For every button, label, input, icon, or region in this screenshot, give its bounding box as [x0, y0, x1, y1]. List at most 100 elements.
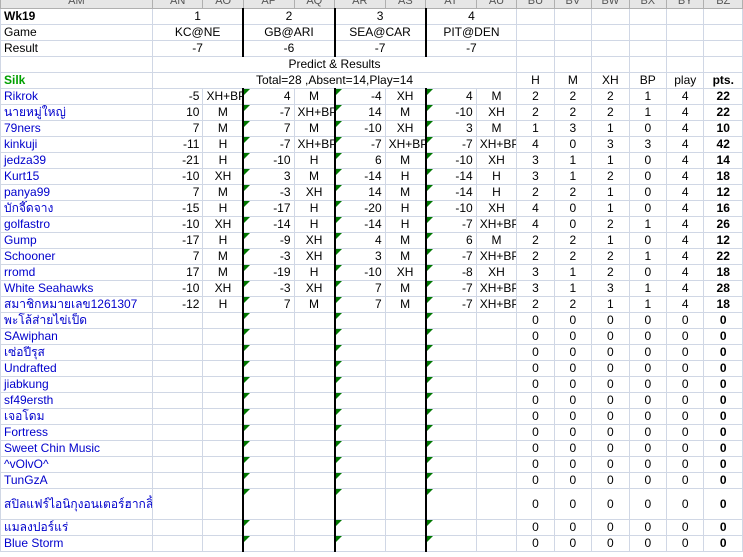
- prediction-pick[interactable]: [475, 408, 518, 425]
- prediction-pick[interactable]: [475, 344, 518, 361]
- game-label[interactable]: Game: [0, 24, 153, 41]
- empty-cell[interactable]: [591, 40, 630, 57]
- stat-value[interactable]: 0: [628, 152, 668, 169]
- prediction-score[interactable]: [333, 376, 386, 393]
- player-name[interactable]: Fortress: [0, 424, 153, 441]
- prediction-pick[interactable]: [202, 328, 244, 345]
- player-name[interactable]: Undrafted: [0, 360, 153, 377]
- prediction-pick[interactable]: XH: [202, 168, 244, 185]
- prediction-pick[interactable]: XH: [475, 104, 518, 121]
- stat-value[interactable]: 1: [628, 216, 668, 233]
- stat-value[interactable]: 0: [591, 440, 630, 457]
- game-result[interactable]: -7: [151, 40, 244, 57]
- prediction-score[interactable]: 7: [242, 120, 295, 137]
- prediction-pick[interactable]: [475, 424, 518, 441]
- prediction-score[interactable]: -14: [424, 184, 477, 201]
- stat-value[interactable]: 2: [516, 184, 555, 201]
- stat-value[interactable]: 4: [666, 264, 705, 281]
- stat-value[interactable]: 0: [666, 360, 705, 377]
- stat-value[interactable]: 0: [591, 344, 630, 361]
- prediction-pick[interactable]: M: [202, 120, 244, 137]
- prediction-pick[interactable]: XH: [293, 232, 336, 249]
- player-name[interactable]: สปิลแฟร์ไอนิกุงอนเตอร์ฮากลิ้ง: [0, 488, 153, 520]
- prediction-pick[interactable]: M: [384, 296, 427, 313]
- stat-value[interactable]: 2: [553, 248, 593, 265]
- game-result[interactable]: -7: [424, 40, 518, 57]
- stat-value[interactable]: 4: [516, 200, 555, 217]
- prediction-pick[interactable]: [293, 488, 336, 520]
- stat-value[interactable]: 0: [628, 488, 668, 520]
- stat-value[interactable]: 0: [628, 472, 668, 489]
- prediction-score[interactable]: 7: [151, 184, 204, 201]
- prediction-score[interactable]: 3: [424, 120, 477, 137]
- prediction-score[interactable]: [424, 472, 477, 489]
- stat-header[interactable]: pts.: [703, 72, 743, 89]
- player-name[interactable]: แมลงปอร์แร่: [0, 519, 153, 536]
- prediction-pick[interactable]: XH: [475, 152, 518, 169]
- prediction-pick[interactable]: H: [202, 136, 244, 153]
- prediction-score[interactable]: [151, 376, 204, 393]
- prediction-score[interactable]: -14: [424, 168, 477, 185]
- stat-value[interactable]: 4: [516, 136, 555, 153]
- stat-value[interactable]: 42: [703, 136, 743, 153]
- stat-value[interactable]: 2: [516, 104, 555, 121]
- stat-value[interactable]: 0: [666, 472, 705, 489]
- stat-value[interactable]: 28: [703, 280, 743, 297]
- stat-value[interactable]: 2: [516, 296, 555, 313]
- empty-cell[interactable]: [591, 56, 630, 73]
- stat-value[interactable]: 2: [553, 88, 593, 105]
- prediction-pick[interactable]: XH+BP: [293, 136, 336, 153]
- stat-value[interactable]: 2: [591, 104, 630, 121]
- empty-cell[interactable]: [553, 8, 593, 25]
- player-name[interactable]: SAwiphan: [0, 328, 153, 345]
- stat-value[interactable]: 26: [703, 216, 743, 233]
- prediction-pick[interactable]: [293, 472, 336, 489]
- prediction-pick[interactable]: XH: [475, 200, 518, 217]
- stat-header[interactable]: XH: [591, 72, 630, 89]
- player-name[interactable]: kinkuji: [0, 136, 153, 153]
- prediction-pick[interactable]: [384, 392, 427, 409]
- stat-value[interactable]: 0: [666, 424, 705, 441]
- prediction-score[interactable]: 7: [333, 280, 386, 297]
- prediction-pick[interactable]: M: [384, 280, 427, 297]
- prediction-pick[interactable]: M: [202, 104, 244, 121]
- prediction-score[interactable]: [424, 360, 477, 377]
- prediction-score[interactable]: [424, 408, 477, 425]
- prediction-pick[interactable]: XH+BP: [475, 216, 518, 233]
- prediction-pick[interactable]: XH+BP: [475, 248, 518, 265]
- prediction-score[interactable]: -10: [242, 152, 295, 169]
- stat-value[interactable]: 2: [591, 88, 630, 105]
- column-header[interactable]: BX: [628, 0, 668, 9]
- stat-value[interactable]: 0: [553, 488, 593, 520]
- prediction-score[interactable]: [424, 312, 477, 329]
- stat-value[interactable]: 4: [666, 152, 705, 169]
- stat-value[interactable]: 0: [666, 440, 705, 457]
- empty-cell[interactable]: [703, 8, 743, 25]
- stat-value[interactable]: 14: [703, 152, 743, 169]
- prediction-score[interactable]: -10: [151, 168, 204, 185]
- empty-cell[interactable]: [703, 24, 743, 41]
- prediction-pick[interactable]: XH: [202, 216, 244, 233]
- prediction-score[interactable]: [151, 488, 204, 520]
- stat-value[interactable]: 3: [591, 136, 630, 153]
- stat-value[interactable]: 0: [553, 472, 593, 489]
- column-header[interactable]: AP: [242, 0, 295, 9]
- stat-value[interactable]: 0: [628, 408, 668, 425]
- prediction-score[interactable]: [333, 344, 386, 361]
- empty-cell[interactable]: [628, 56, 668, 73]
- prediction-score[interactable]: 17: [151, 264, 204, 281]
- stat-value[interactable]: 4: [666, 280, 705, 297]
- empty-cell[interactable]: [553, 56, 593, 73]
- prediction-pick[interactable]: [293, 408, 336, 425]
- column-header[interactable]: AU: [475, 0, 518, 9]
- player-name[interactable]: Gump: [0, 232, 153, 249]
- prediction-pick[interactable]: M: [384, 152, 427, 169]
- empty-cell[interactable]: [666, 40, 705, 57]
- prediction-pick[interactable]: [384, 328, 427, 345]
- player-name[interactable]: jiabkung: [0, 376, 153, 393]
- prediction-score[interactable]: [333, 408, 386, 425]
- column-header[interactable]: BU: [516, 0, 555, 9]
- prediction-pick[interactable]: XH+BP: [202, 88, 244, 105]
- stat-value[interactable]: 0: [628, 312, 668, 329]
- prediction-score[interactable]: 6: [333, 152, 386, 169]
